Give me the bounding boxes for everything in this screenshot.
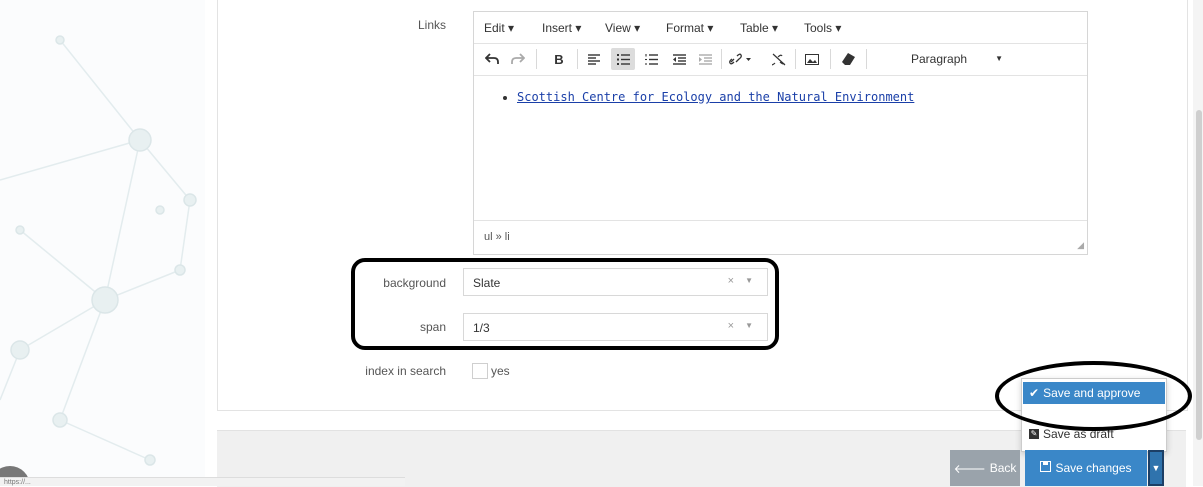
- bullet-list-icon[interactable]: [611, 48, 635, 70]
- format-select-value: Paragraph: [911, 52, 968, 66]
- clear-format-icon[interactable]: [836, 48, 860, 70]
- editor-statusbar: ul » li ◢: [474, 220, 1087, 254]
- menu-view[interactable]: View ▾: [605, 21, 640, 35]
- edit-icon: ✎: [1029, 429, 1039, 439]
- index-checkbox-label: yes: [491, 364, 510, 378]
- chevron-down-icon: ▼: [995, 54, 1003, 63]
- editor-menubar: Edit ▾ Insert ▾ View ▾ Format ▾ Table ▾ …: [474, 12, 1087, 43]
- numbered-list-icon[interactable]: [639, 48, 663, 70]
- save-changes-label: Save changes: [1055, 461, 1132, 475]
- element-path[interactable]: ul » li: [484, 231, 510, 243]
- menu-edit[interactable]: Edit ▾: [484, 21, 514, 35]
- decorative-network-background: [0, 0, 205, 486]
- bold-glyph: B: [554, 51, 564, 67]
- browser-status-url: https://...: [0, 477, 405, 486]
- menu-tools[interactable]: Tools ▾: [804, 21, 841, 35]
- rich-text-editor[interactable]: Edit ▾ Insert ▾ View ▾ Format ▾ Table ▾ …: [473, 11, 1088, 255]
- scrollbar-thumb[interactable]: [1196, 110, 1202, 440]
- floppy-disk-icon: [1040, 461, 1052, 475]
- menu-insert[interactable]: Insert ▾: [542, 21, 581, 35]
- arrow-left-icon: 🡐: [953, 461, 986, 476]
- indent-icon[interactable]: [693, 48, 717, 70]
- redo-icon[interactable]: [506, 48, 530, 70]
- undo-icon[interactable]: [480, 48, 504, 70]
- resize-handle-icon[interactable]: ◢: [1077, 240, 1084, 251]
- index-in-search-checkbox[interactable]: [472, 363, 488, 379]
- menu-table[interactable]: Table ▾: [740, 21, 778, 35]
- content-link[interactable]: Scottish Centre for Ecology and the Natu…: [517, 90, 914, 104]
- format-select[interactable]: Paragraph ▼: [905, 48, 1013, 70]
- editor-toolbar: B Paragraph ▼: [474, 43, 1087, 76]
- highlight-rectangle: [351, 258, 779, 350]
- index-in-search-label: index in search: [365, 364, 446, 378]
- caret-down-icon: ▼: [1151, 463, 1161, 473]
- editor-content[interactable]: Scottish Centre for Ecology and the Natu…: [474, 75, 1087, 220]
- link-icon[interactable]: [726, 48, 756, 70]
- scrollbar[interactable]: [1193, 0, 1203, 486]
- align-left-icon[interactable]: [582, 48, 606, 70]
- unlink-icon[interactable]: [767, 48, 791, 70]
- bold-icon[interactable]: B: [547, 48, 571, 70]
- links-label: Links: [417, 18, 446, 32]
- back-button[interactable]: 🡐 Back: [950, 450, 1020, 486]
- list-item: Scottish Centre for Ecology and the Natu…: [517, 90, 1087, 104]
- menu-format[interactable]: Format ▾: [666, 21, 713, 35]
- save-changes-button[interactable]: Save changes: [1025, 450, 1147, 486]
- highlight-oval: [995, 361, 1192, 431]
- outdent-icon[interactable]: [667, 48, 691, 70]
- save-options-toggle[interactable]: ▼: [1148, 450, 1164, 486]
- back-label: Back: [989, 461, 1017, 475]
- image-icon[interactable]: [800, 48, 824, 70]
